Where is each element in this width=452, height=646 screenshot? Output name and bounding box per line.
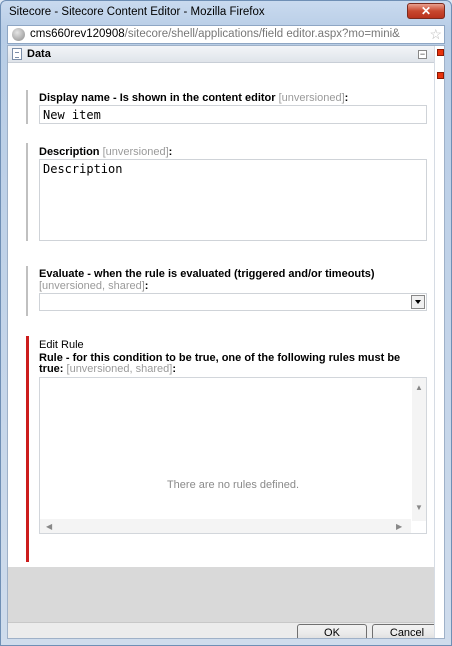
description-meta: [unversioned] bbox=[102, 146, 169, 158]
url-text: cms660rev120908/sitecore/shell/applicati… bbox=[30, 28, 400, 40]
evaluate-select[interactable] bbox=[39, 293, 427, 311]
vertical-scrollbar[interactable]: ▲ ▼ bbox=[412, 378, 426, 521]
validation-marker-icon[interactable] bbox=[437, 49, 444, 56]
rule-meta: [unversioned, shared] bbox=[66, 363, 173, 375]
dropdown-arrow-icon[interactable] bbox=[411, 295, 425, 309]
display-name-meta: [unversioned] bbox=[278, 92, 345, 104]
section-title: Data bbox=[27, 48, 51, 60]
validation-marker-icon[interactable] bbox=[437, 72, 444, 79]
cancel-button[interactable]: Cancel bbox=[372, 624, 442, 638]
evaluate-meta: [unversioned, shared] bbox=[39, 280, 145, 292]
globe-icon bbox=[12, 28, 25, 41]
horizontal-scrollbar[interactable]: ◀ ▶ bbox=[40, 519, 411, 533]
description-label-text: Description bbox=[39, 146, 100, 158]
rule-suffix: : bbox=[172, 363, 176, 375]
field-bar bbox=[26, 266, 28, 316]
rule-label-line2-text: true: bbox=[39, 363, 64, 375]
bottom-panel bbox=[8, 567, 434, 622]
rules-empty-text: There are no rules defined. bbox=[166, 479, 300, 491]
ok-button[interactable]: OK bbox=[297, 624, 367, 638]
field-bar bbox=[26, 90, 28, 124]
field-editor: Data − Display name - Is shown in the co… bbox=[7, 45, 445, 639]
edit-rule-link[interactable]: Edit Rule bbox=[39, 339, 84, 351]
scroll-down-icon[interactable]: ▼ bbox=[415, 503, 423, 512]
display-name-label-text: Display name - Is shown in the content e… bbox=[39, 92, 276, 104]
bookmark-star-icon[interactable]: ☆ bbox=[429, 26, 442, 43]
rules-box[interactable]: There are no rules defined. ▲ ▼ ◀ ▶ bbox=[39, 377, 427, 534]
scroll-left-icon[interactable]: ◀ bbox=[46, 522, 52, 531]
title-bar: Sitecore - Sitecore Content Editor - Moz… bbox=[1, 1, 451, 23]
scroll-up-icon[interactable]: ▲ bbox=[415, 383, 423, 392]
display-name-input[interactable]: New item bbox=[39, 105, 427, 124]
window-title: Sitecore - Sitecore Content Editor - Moz… bbox=[9, 6, 265, 18]
evaluate-meta-line: [unversioned, shared]: bbox=[39, 280, 148, 292]
display-name-suffix: : bbox=[344, 92, 349, 104]
document-icon bbox=[12, 48, 22, 60]
url-host: cms660rev120908 bbox=[30, 28, 125, 40]
section-header[interactable]: Data − bbox=[8, 46, 434, 63]
browser-window: Sitecore - Sitecore Content Editor - Moz… bbox=[0, 0, 452, 646]
scroll-right-icon[interactable]: ▶ bbox=[396, 522, 402, 531]
collapse-icon[interactable]: − bbox=[418, 50, 427, 59]
rule-label-line2: true: [unversioned, shared]: bbox=[39, 363, 176, 375]
description-textarea[interactable]: Description bbox=[39, 159, 427, 241]
address-bar[interactable]: cms660rev120908/sitecore/shell/applicati… bbox=[7, 25, 445, 44]
required-field-bar bbox=[26, 336, 29, 562]
description-label: Description [unversioned]: bbox=[39, 146, 172, 158]
field-bar bbox=[26, 143, 28, 241]
description-suffix: : bbox=[168, 146, 173, 158]
dialog-footer: OK Cancel bbox=[8, 622, 444, 638]
close-button[interactable]: ✕ bbox=[407, 3, 445, 19]
evaluate-suffix: : bbox=[144, 280, 149, 292]
display-name-label: Display name - Is shown in the content e… bbox=[39, 92, 348, 104]
url-path: /sitecore/shell/applications/field edito… bbox=[124, 28, 400, 40]
evaluate-label: Evaluate - when the rule is evaluated (t… bbox=[39, 268, 375, 280]
validation-strip bbox=[434, 46, 444, 638]
